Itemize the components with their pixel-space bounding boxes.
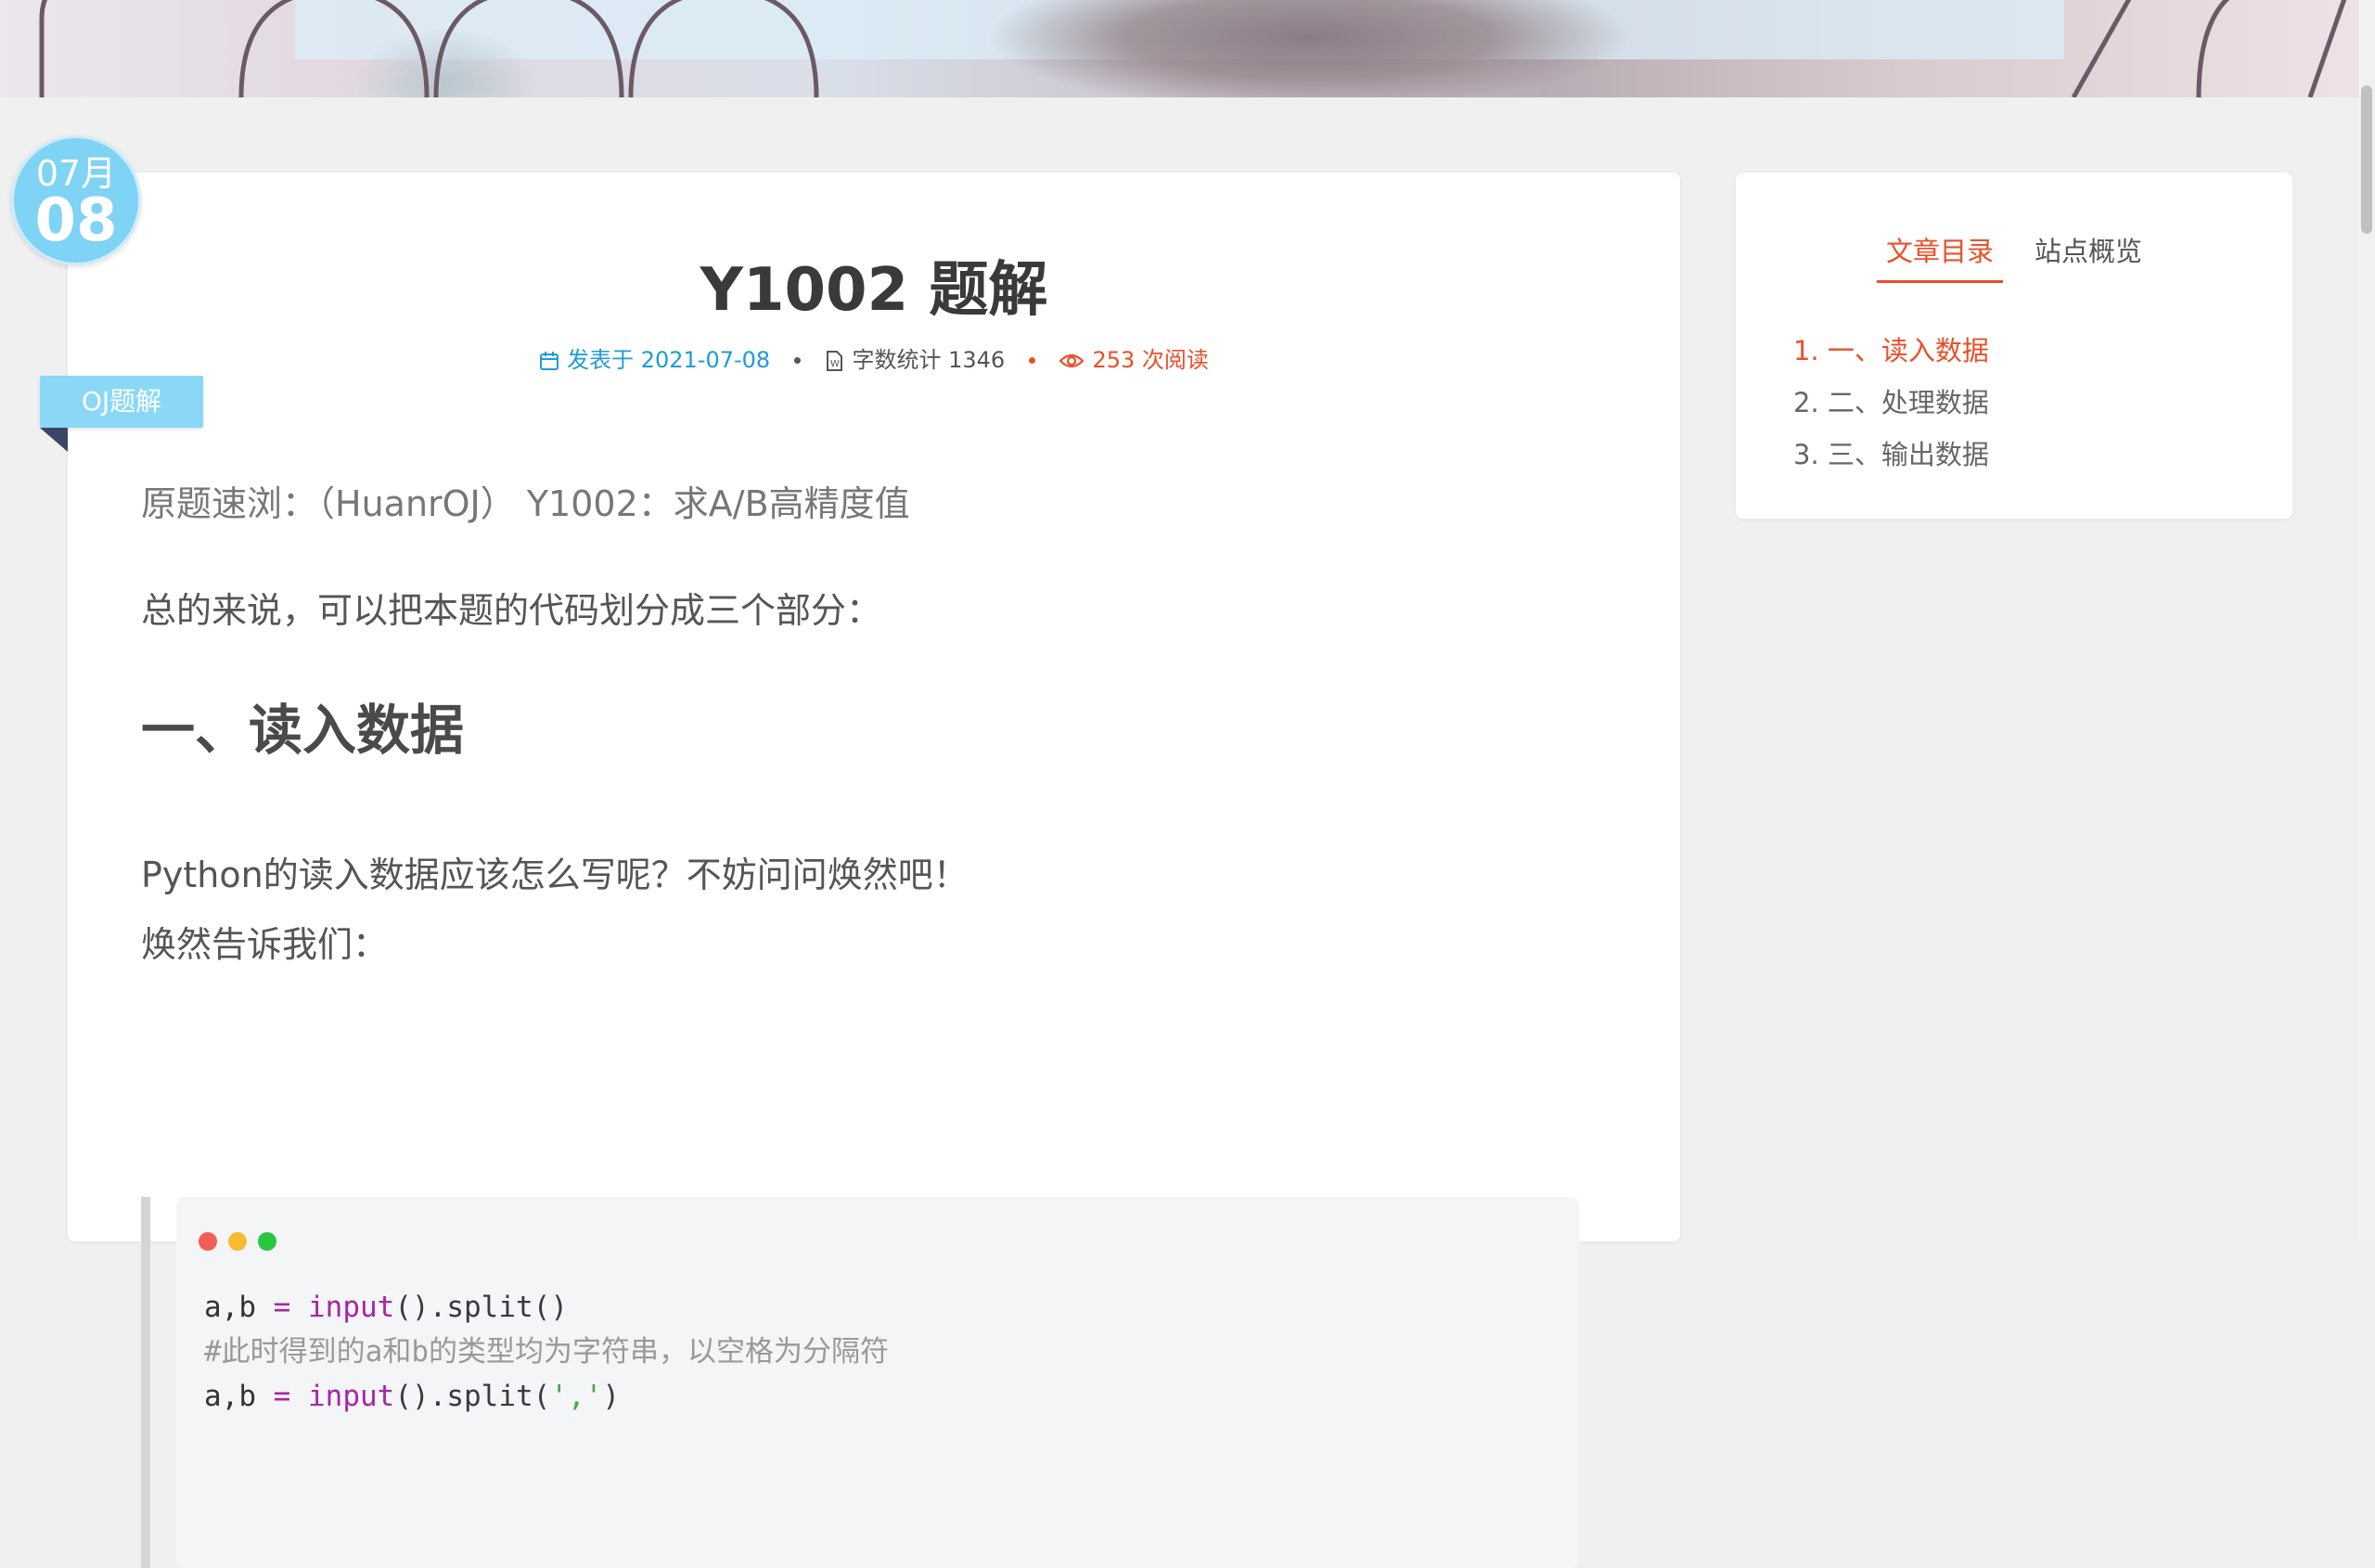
toc-item-read-data[interactable]: 1. 一、读入数据 (1793, 325, 1989, 377)
toc-item-output-data[interactable]: 3. 三、输出数据 (1793, 429, 1989, 481)
tab-site-overview[interactable]: 站点概览 (2025, 230, 2151, 280)
svg-text:W: W (830, 359, 840, 369)
code-token: a,b (204, 1380, 256, 1413)
code-token: ().split() (394, 1291, 568, 1324)
red-dot-icon (199, 1232, 217, 1251)
post-title: Y1002 题解 (700, 256, 1048, 325)
calendar-icon (539, 350, 559, 370)
section-heading-read-data: 一、读入数据 (141, 699, 465, 762)
blockquote: a,b = input().split() #此时得到的a和b的类型均为字符串，… (141, 1197, 1579, 1568)
publish-date[interactable]: 发表于 2021-07-08 (567, 347, 770, 373)
code-token: = (273, 1380, 291, 1413)
code-token: a,b (204, 1291, 256, 1324)
date-day: 08 (34, 186, 118, 255)
view-count: 253 次阅读 (1092, 347, 1209, 373)
code-comment: #此时得到的a和b的类型均为字符串，以空格为分隔符 (204, 1335, 889, 1369)
intro-paragraph: 原题速浏：（HuanrOJ） Y1002：求A/B高精度值 (141, 483, 910, 524)
toc-list: 1. 一、读入数据 2. 二、处理数据 3. 三、输出数据 (1793, 325, 1989, 481)
code-string: ',' (550, 1380, 603, 1413)
code-token: ().split( (394, 1380, 551, 1413)
code-token: = (273, 1291, 291, 1324)
ribbon-fold (40, 428, 68, 452)
code-token: ) (602, 1380, 620, 1413)
code-token: input (308, 1291, 395, 1324)
green-dot-icon (258, 1232, 276, 1251)
meta-separator (1028, 356, 1035, 364)
code-text: a,b = input().split() #此时得到的a和b的类型均为字符串，… (204, 1285, 889, 1419)
word-doc-icon: W (824, 350, 844, 371)
post-card: Y1002 题解 发表于 2021-07-08 W 字数统计 1346 253 … (68, 173, 1680, 1568)
header-banner (0, 0, 2375, 97)
sidebar-panel: 文章目录 站点概览 1. 一、读入数据 2. 二、处理数据 3. 三、输出数据 (1736, 173, 2292, 519)
summary-paragraph: 总的来说，可以把本题的代码划分成三个部分： (141, 590, 882, 631)
eye-icon (1059, 350, 1085, 370)
code-block[interactable]: a,b = input().split() #此时得到的a和b的类型均为字符串，… (176, 1197, 1579, 1568)
banner-art-lines (39, 0, 2347, 97)
question-paragraph: Python的读入数据应该怎么写呢？不妨问问焕然吧！ (141, 855, 969, 895)
code-token: input (308, 1380, 395, 1413)
yellow-dot-icon (228, 1232, 247, 1251)
page-scrollbar[interactable] (2358, 0, 2375, 1241)
answer-paragraph: 焕然告诉我们： (141, 924, 389, 965)
scrollbar-thumb[interactable] (2361, 85, 2372, 234)
category-tag[interactable]: OJ题解 (40, 376, 203, 428)
meta-separator (793, 356, 801, 364)
sidebar-tabs: 文章目录 站点概览 (1736, 230, 2292, 283)
date-badge: 07月 08 (11, 135, 141, 265)
toc-item-process-data[interactable]: 2. 二、处理数据 (1793, 377, 1989, 429)
post-meta: 发表于 2021-07-08 W 字数统计 1346 253 次阅读 (68, 345, 1680, 374)
window-dots (199, 1232, 288, 1254)
tab-toc[interactable]: 文章目录 (1876, 230, 2003, 283)
word-count: 字数统计 1346 (852, 347, 1006, 373)
